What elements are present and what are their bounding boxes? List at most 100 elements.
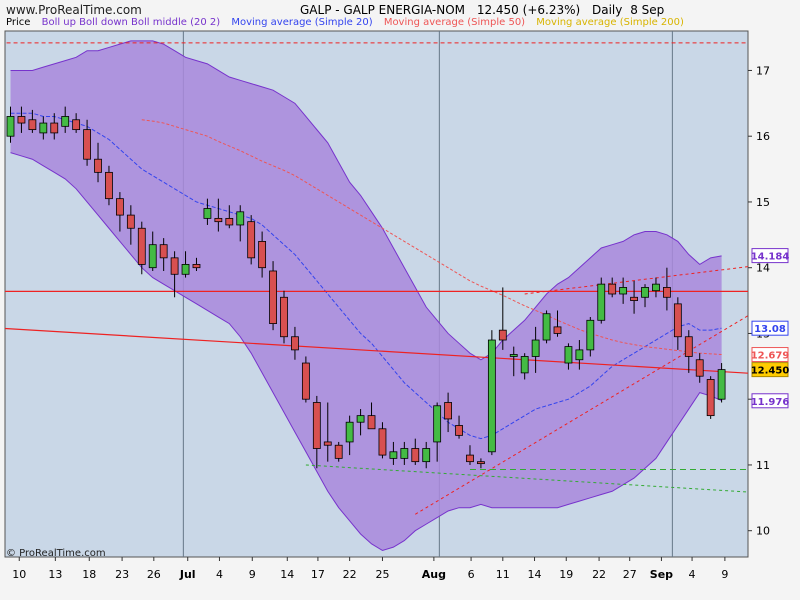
x-tick-label: 27 <box>623 568 637 581</box>
price-chart[interactable]: 10111213141516171013182326Jul4914172225A… <box>0 0 800 600</box>
price-label: 11.976 <box>751 393 790 409</box>
candle-body <box>455 425 463 436</box>
y-tick-label: 16 <box>756 130 770 143</box>
legend-bollinger: Boll up Boll down Boll middle (20 2) <box>41 17 221 28</box>
price-label: 13.08 <box>751 320 789 336</box>
candle-body <box>608 283 617 295</box>
x-tick-label: 14 <box>280 568 294 581</box>
y-tick-label: 10 <box>756 525 770 538</box>
candle-body <box>663 287 671 298</box>
candle-body <box>498 329 507 341</box>
x-tick-label: 22 <box>343 568 357 581</box>
candle-body <box>520 356 529 374</box>
x-tick-label: 18 <box>82 568 96 581</box>
price-label-text: 14.184 <box>751 252 790 263</box>
candle-body <box>50 122 59 134</box>
candle-body <box>137 227 146 265</box>
candle-body <box>258 240 267 269</box>
x-tick-label: 10 <box>12 568 26 581</box>
chart-legend: Price Boll up Boll down Boll middle (20 … <box>6 17 692 28</box>
candle-30 <box>334 441 343 462</box>
candle-body <box>247 221 256 259</box>
instrument-name: GALP - GALP ENERGIA-NOM <box>300 3 465 17</box>
chart-title: GALP - GALP ENERGIA-NOM 12.450 (+6.23%) … <box>300 3 664 17</box>
price-label: 12.450 <box>751 362 790 378</box>
candle-body <box>652 283 660 292</box>
candle-24 <box>269 261 277 331</box>
candle-22 <box>247 215 256 265</box>
candle-body <box>203 208 212 219</box>
x-tick-label: 17 <box>311 568 325 581</box>
copyright: © ProRealTime.com <box>6 548 106 559</box>
candle-body <box>39 122 48 134</box>
x-tick-label: 26 <box>147 568 161 581</box>
candle-body <box>323 441 332 446</box>
y-tick-label: 14 <box>756 262 770 275</box>
candle-body <box>280 296 288 338</box>
candle-body <box>126 214 135 229</box>
candle-body <box>269 270 277 324</box>
candle-44 <box>487 330 496 456</box>
x-tick-label: 14 <box>528 568 542 581</box>
candle-body <box>433 405 442 443</box>
candle-body <box>684 336 693 357</box>
x-tick-label: Sep <box>650 568 673 581</box>
candle-body <box>345 421 354 443</box>
candle-body <box>225 217 234 226</box>
candle-body <box>181 264 190 275</box>
legend-ma20: Moving average (Simple 20) <box>231 17 373 28</box>
candle-body <box>334 444 343 459</box>
candle-54 <box>597 277 606 324</box>
candle-body <box>466 454 474 463</box>
candle-body <box>312 402 321 449</box>
candle-body <box>83 129 91 160</box>
candle-body <box>378 428 387 456</box>
candle-body <box>61 116 70 127</box>
candle-body <box>411 448 420 463</box>
candle-body <box>116 198 124 216</box>
x-tick-label: 11 <box>496 568 510 581</box>
candle-body <box>6 116 15 137</box>
candle-49 <box>542 310 551 344</box>
price-label-text: 12.679 <box>751 351 790 362</box>
legend-ma50: Moving average (Simple 50) <box>383 17 526 28</box>
x-tick-label: 25 <box>375 568 389 581</box>
candle-body <box>487 339 496 453</box>
price-label-text: 11.976 <box>751 397 790 408</box>
x-tick-label: 9 <box>721 568 728 581</box>
candle-body <box>389 451 398 459</box>
candle-body <box>105 171 113 200</box>
candle-body <box>619 287 628 295</box>
last-price-change: 12.450 (+6.23%) <box>476 3 581 17</box>
candle-body <box>673 303 682 338</box>
y-tick-label: 11 <box>756 459 770 472</box>
candle-body <box>695 359 704 377</box>
y-tick-label: 15 <box>756 196 770 209</box>
x-tick-label: 23 <box>115 568 129 581</box>
candle-body <box>400 448 409 459</box>
legend-ma200: Moving average (Simple 200) <box>536 17 684 28</box>
candle-body <box>542 313 551 341</box>
candle-body <box>301 362 310 400</box>
candle-body <box>72 119 81 131</box>
price-label: 12.679 <box>751 347 790 363</box>
candle-body <box>477 461 485 465</box>
price-label: 14.184 <box>751 248 790 264</box>
candle-27 <box>301 356 310 403</box>
candle-body <box>94 158 102 173</box>
candle-body <box>170 257 179 275</box>
candle-body <box>236 211 245 226</box>
candle-body <box>159 244 168 259</box>
candle-body <box>564 346 573 364</box>
candle-body <box>444 402 453 420</box>
price-label-text: 13.08 <box>754 324 786 335</box>
candle-body <box>630 296 638 301</box>
candle-body <box>422 448 431 463</box>
candle-64 <box>706 376 715 419</box>
candle-body <box>706 379 715 417</box>
candle-body <box>214 217 223 223</box>
x-tick-label: Jul <box>179 568 196 581</box>
candle-body <box>192 264 201 269</box>
price-label-text: 12.450 <box>751 366 790 377</box>
x-tick-label: 13 <box>48 568 62 581</box>
